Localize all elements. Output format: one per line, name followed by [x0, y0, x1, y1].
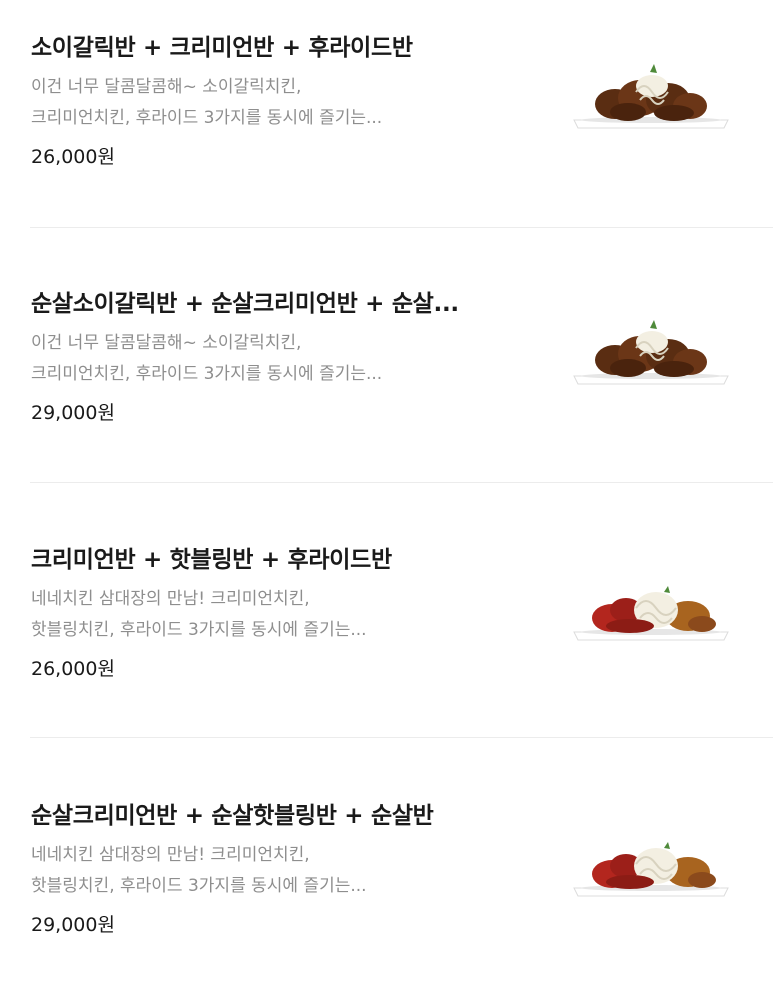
menu-item-price: 29,000원	[31, 914, 115, 936]
menu-item[interactable]: 순살크리미언반 + 순살핫블링반 + 순살반 네네치킨 삼대장의 만남! 크리미…	[0, 768, 773, 993]
divider	[30, 737, 773, 738]
menu-item[interactable]: 소이갈릭반 + 크리미언반 + 후라이드반 이건 너무 달콤달콤해~ 소이갈릭치…	[0, 0, 773, 225]
menu-item-description-line: 핫블링치킨, 후라이드 3가지를 동시에 즐기는...	[31, 620, 367, 640]
chicken-photo	[573, 842, 729, 897]
menu-item-description: 네네치킨 삼대장의 만남! 크리미언치킨, 핫블링치킨, 후라이드 3가지를 동…	[31, 584, 501, 646]
menu-list: 소이갈릭반 + 크리미언반 + 후라이드반 이건 너무 달콤달콤해~ 소이갈릭치…	[0, 0, 773, 987]
menu-item-price: 29,000원	[31, 402, 115, 424]
divider	[30, 227, 773, 228]
menu-item-name: 순살크리미언반 + 순살핫블링반 + 순살반	[31, 803, 434, 829]
chicken-photo	[573, 320, 729, 385]
menu-item-description-line: 네네치킨 삼대장의 만남! 크리미언치킨,	[31, 589, 310, 609]
menu-item[interactable]: 크리미언반 + 핫블링반 + 후라이드반 네네치킨 삼대장의 만남! 크리미언치…	[0, 512, 773, 737]
menu-item-description: 네네치킨 삼대장의 만남! 크리미언치킨, 핫블링치킨, 후라이드 3가지를 동…	[31, 840, 501, 902]
menu-item-description-line: 이건 너무 달콤달콤해~ 소이갈릭치킨,	[31, 333, 302, 353]
chicken-photo	[573, 586, 729, 641]
chicken-pile	[592, 586, 716, 633]
menu-item-description-line: 네네치킨 삼대장의 만남! 크리미언치킨,	[31, 845, 310, 865]
menu-item-description-line: 이건 너무 달콤달콤해~ 소이갈릭치킨,	[31, 77, 302, 97]
menu-item[interactable]: 순살소이갈릭반 + 순살크리미언반 + 순살... 이건 너무 달콤달콤해~ 소…	[0, 256, 773, 481]
menu-item-description: 이건 너무 달콤달콤해~ 소이갈릭치킨, 크리미언치킨, 후라이드 3가지를 동…	[31, 72, 501, 134]
menu-item-description-line: 크리미언치킨, 후라이드 3가지를 동시에 즐기는...	[31, 108, 383, 128]
menu-item-price: 26,000원	[31, 658, 115, 680]
chicken-photo	[573, 64, 729, 129]
menu-item-price: 26,000원	[31, 146, 115, 168]
menu-item-name: 소이갈릭반 + 크리미언반 + 후라이드반	[31, 35, 413, 61]
chicken-pile	[592, 842, 716, 889]
menu-item-name: 순살소이갈릭반 + 순살크리미언반 + 순살...	[31, 291, 459, 317]
divider	[30, 482, 773, 483]
menu-item-name: 크리미언반 + 핫블링반 + 후라이드반	[31, 547, 392, 573]
menu-item-description-line: 핫블링치킨, 후라이드 3가지를 동시에 즐기는...	[31, 876, 367, 896]
menu-item-description-line: 크리미언치킨, 후라이드 3가지를 동시에 즐기는...	[31, 364, 383, 384]
chicken-pile	[595, 320, 707, 377]
chicken-pile	[595, 64, 707, 121]
menu-item-description: 이건 너무 달콤달콤해~ 소이갈릭치킨, 크리미언치킨, 후라이드 3가지를 동…	[31, 328, 501, 390]
